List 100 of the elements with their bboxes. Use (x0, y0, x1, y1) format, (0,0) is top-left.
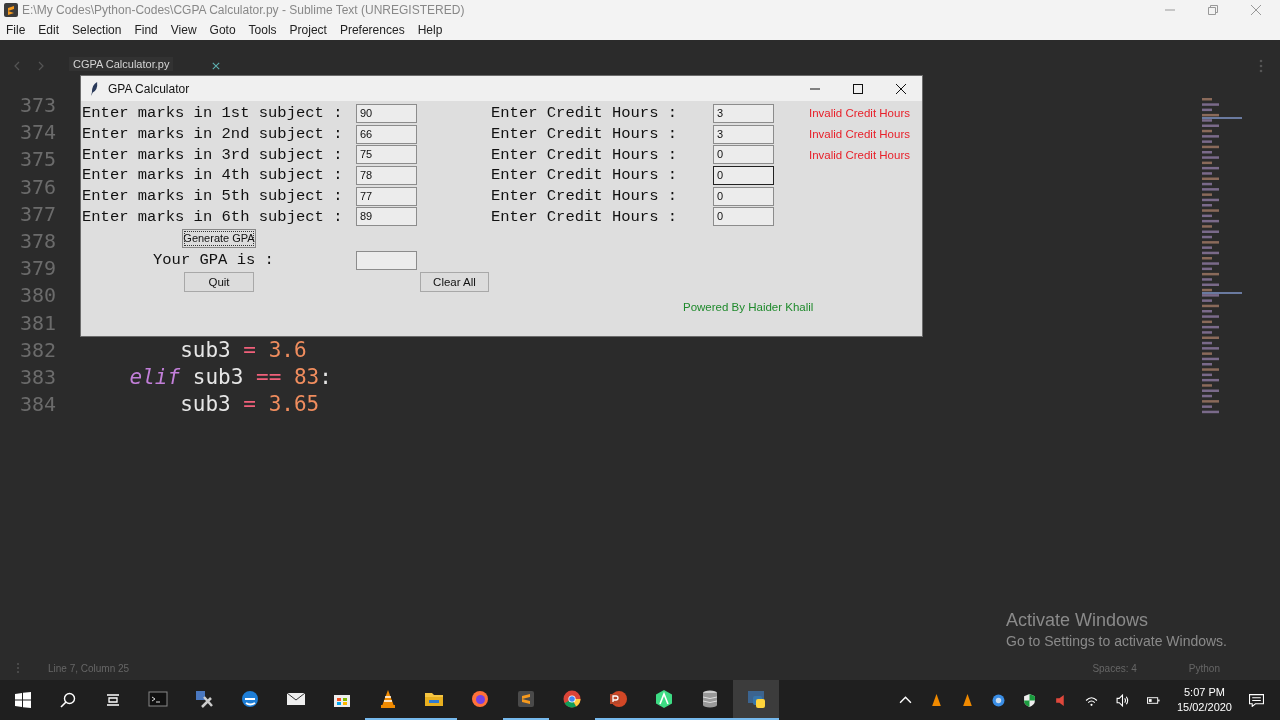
start-icon[interactable] (15, 692, 31, 708)
code-token: : (319, 364, 332, 389)
line-number: 383 (18, 363, 56, 391)
database-icon (700, 689, 720, 709)
menu-item[interactable]: File (6, 23, 26, 37)
code-token: = (242, 392, 257, 417)
input-field[interactable]: 89 (356, 207, 417, 227)
clear-all-button[interactable]: Clear All (420, 272, 489, 293)
error-message: Invalid Credit Hours (809, 107, 911, 120)
notification-icon[interactable] (1249, 693, 1264, 707)
input-field[interactable]: 0 (713, 186, 774, 206)
taskbar-button[interactable] (733, 680, 779, 720)
credit-hours-label: Enter Credit Hours : (491, 125, 679, 144)
hexagon-icon (654, 689, 674, 709)
window-title: E:\My Codes\Python-Codes\CGPA Calculator.py - Sublime Text (UNREGISTERED) (22, 3, 465, 17)
input-field[interactable]: 77 (356, 186, 417, 206)
line-number: 382 (18, 336, 56, 364)
input-field[interactable]: 75 (356, 145, 417, 165)
app-icon (4, 3, 18, 17)
activation-title: Activate Windows (1006, 610, 1150, 631)
browser-icon (562, 689, 582, 709)
code-token: 3.65 (268, 392, 320, 417)
tools-icon (194, 689, 214, 709)
line-number: 375 (18, 146, 56, 174)
line-number: 381 (18, 309, 56, 337)
menu-item[interactable]: Goto (209, 23, 236, 37)
gpa-label: Your GPA is : (152, 251, 275, 270)
slides-icon (608, 689, 628, 709)
marks-label: Enter marks in 2nd subject : (82, 125, 344, 144)
clock-date[interactable]: 15/02/2020 (1176, 700, 1232, 715)
line-number: 378 (18, 227, 56, 255)
restore-icon[interactable] (1208, 5, 1218, 15)
error-message: Invalid Credit Hours (809, 128, 911, 141)
code-token: == (255, 364, 283, 389)
credit-hours-label: Enter Credit Hours : (491, 145, 679, 164)
menu-item[interactable]: View (170, 23, 197, 37)
code-token: sub3 (179, 392, 231, 417)
clock-time[interactable]: 5:07 PM (1184, 685, 1225, 700)
cone-icon[interactable] (929, 693, 943, 707)
error-message: Invalid Credit Hours (809, 148, 911, 161)
generate-gpa-button[interactable]: Generate GPA (182, 228, 256, 248)
editor-icon (516, 689, 536, 709)
close-icon[interactable] (896, 83, 906, 94)
input-field[interactable]: 0 (713, 145, 774, 165)
code-token: elif (128, 364, 181, 389)
dialog-title: GPA Calculator (108, 81, 190, 96)
line-number: 380 (18, 282, 56, 310)
browser-icon (240, 689, 260, 709)
task-view-icon[interactable] (105, 692, 121, 708)
menu-item[interactable]: Edit (38, 23, 60, 37)
credit-hours-label: Enter Credit Hours : (491, 104, 679, 123)
marks-label: Enter marks in 1st subject : (82, 104, 344, 123)
line-number: 379 (18, 255, 56, 283)
maximize-icon[interactable] (853, 83, 863, 94)
marks-label: Enter marks in 3rd subject : (82, 145, 344, 164)
code-token: sub3 (191, 364, 244, 389)
marks-label: Enter marks in 5th subject : (82, 187, 344, 206)
credit-hours-label: Enter Credit Hours : (491, 166, 679, 185)
menu-item[interactable]: Find (134, 23, 158, 37)
input-field[interactable]: 0 (713, 207, 774, 227)
code-token: sub3 (179, 337, 231, 362)
speaker-icon[interactable] (1053, 693, 1067, 707)
credit-hours-label: Enter Credit Hours : (491, 207, 679, 226)
line-number: 374 (18, 119, 56, 147)
credit-hours-label: Enter Credit Hours : (491, 187, 679, 206)
menu-item[interactable]: Selection (72, 23, 122, 37)
feather-icon (90, 81, 99, 96)
shield-icon[interactable] (1022, 693, 1036, 707)
input-field[interactable] (356, 250, 417, 270)
menu-item[interactable]: Project (289, 23, 327, 37)
volume-icon[interactable] (1115, 693, 1129, 707)
input-field[interactable]: 78 (356, 165, 417, 185)
input-field[interactable]: 66 (356, 124, 417, 144)
author-credit: Powered By Haider Khalil (683, 301, 814, 314)
editor-tab[interactable]: CGPA Calculator.py (69, 57, 174, 71)
marks-label: Enter marks in 6th subject : (82, 207, 344, 226)
cone-icon (378, 689, 398, 709)
search-icon[interactable] (60, 692, 76, 708)
line-number: 384 (18, 391, 56, 419)
input-field[interactable]: 90 (356, 103, 417, 123)
marks-label: Enter marks in 4th subject : (82, 166, 344, 185)
input-field[interactable]: 3 (713, 103, 774, 123)
globe-icon[interactable] (991, 693, 1005, 707)
terminal-icon (148, 689, 168, 709)
logo-icon (746, 689, 766, 709)
code-token: = (242, 337, 257, 362)
line-number: 376 (18, 173, 56, 201)
code-token: 3.6 (268, 337, 307, 362)
code-token: 83 (293, 364, 320, 389)
cone-icon[interactable] (960, 693, 974, 707)
input-field[interactable]: 0 (713, 165, 774, 185)
browser-icon (470, 689, 490, 709)
menu-item[interactable]: Tools (248, 23, 277, 37)
activation-message: Go to Settings to activate Windows. (1006, 633, 1227, 649)
quit-button[interactable]: Quit (184, 272, 254, 293)
line-number: 377 (18, 200, 56, 228)
menu-item[interactable]: Help (417, 23, 443, 37)
line-number: 373 (18, 92, 56, 119)
menu-item[interactable]: Preferences (339, 23, 405, 37)
input-field[interactable]: 3 (713, 124, 774, 144)
